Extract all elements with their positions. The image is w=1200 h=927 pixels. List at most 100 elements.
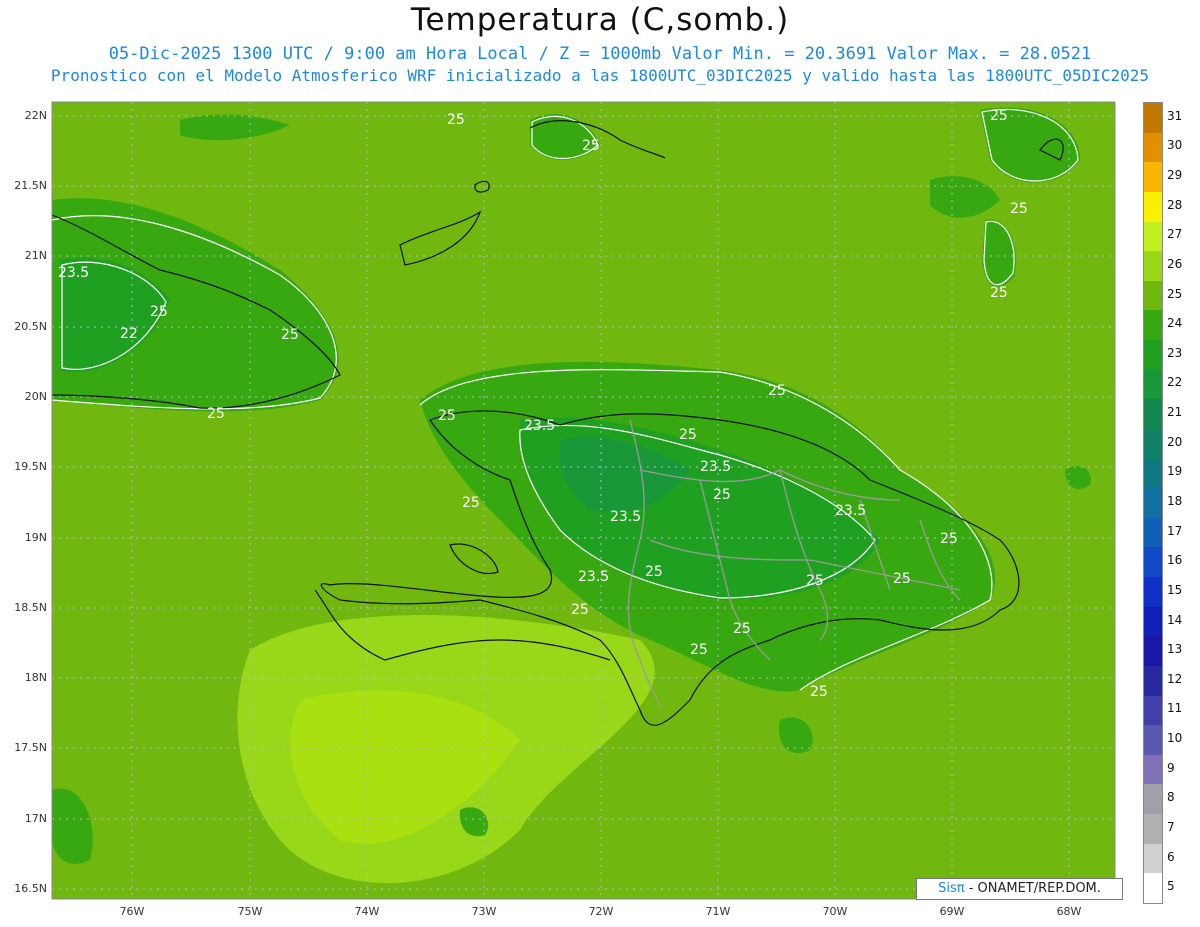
lat-tick: 17N [24, 812, 47, 825]
colorbar-swatch [1144, 280, 1162, 311]
colorbar-level-label: 29 [1167, 168, 1183, 183]
lat-tick: 22N [24, 109, 47, 122]
lat-tick: 21.5N [14, 179, 47, 192]
colorbar-swatch [1144, 814, 1162, 845]
contour-label: 25 [571, 602, 589, 618]
colorbar-level-label: 8 [1167, 790, 1175, 805]
colorbar-level-label: 16 [1167, 553, 1183, 568]
colorbar-swatch [1144, 665, 1162, 697]
colorbar-level-label: 5 [1167, 879, 1175, 894]
colorbar-swatch [1144, 577, 1162, 608]
colorbar-level-label: 13 [1167, 642, 1183, 657]
colorbar-level-label: 11 [1167, 701, 1183, 716]
colorbar-swatch [1144, 695, 1162, 726]
contour-label: 25 [893, 571, 911, 587]
temperature-map: 25 25 25 25 25 25 25 25 25 25 25 25 25 2… [51, 101, 1116, 900]
colorbar-swatch [1144, 191, 1162, 222]
lat-tick: 18.5N [14, 601, 47, 614]
colorbar-level-label: 19 [1167, 464, 1183, 479]
colorbar-level-label: 10 [1167, 731, 1183, 746]
colorbar-level-label: 20 [1167, 434, 1183, 449]
colorbar-level-label: 28 [1167, 197, 1183, 212]
colorbar-swatch [1144, 517, 1162, 548]
colorbar-swatch [1144, 636, 1162, 667]
contour-label: 23.5 [58, 265, 89, 281]
colorbar-level-label: 14 [1167, 612, 1183, 627]
colorbar-swatch [1144, 369, 1162, 400]
credit-text: - ONAMET/REP.DOM. [964, 881, 1101, 896]
svg-text:25: 25 [690, 642, 708, 658]
lat-tick: 16.5N [14, 882, 47, 895]
contour-label: 25 [679, 427, 697, 443]
lon-tick: 70W [822, 905, 848, 918]
colorbar-swatch [1144, 340, 1162, 371]
contour-label: 25 [645, 564, 663, 580]
contour-label: 25 [990, 108, 1008, 124]
colorbar-level-label: 24 [1167, 316, 1183, 331]
contour-label: 25 [940, 531, 958, 547]
lat-tick: 19.5N [14, 460, 47, 473]
contour-label: 25 [462, 495, 480, 511]
lat-tick: 21N [24, 249, 47, 262]
lon-tick: 68W [1056, 905, 1082, 918]
temperature-field [52, 102, 1115, 899]
contour-label: 23.5 [835, 503, 866, 519]
colorbar-swatch [1144, 162, 1162, 193]
colorbar-level-label: 12 [1167, 671, 1183, 686]
colorbar-level-label: 21 [1167, 405, 1183, 420]
colorbar-level-label: 22 [1167, 375, 1183, 390]
contour-label: 23.5 [700, 459, 731, 475]
lon-tick: 73W [471, 905, 497, 918]
colorbar-swatch [1144, 428, 1162, 460]
lat-tick: 17.5N [14, 741, 47, 754]
contour-label: 23.5 [524, 418, 555, 434]
colorbar-level-label: 17 [1167, 523, 1183, 538]
lon-tick: 76W [119, 905, 145, 918]
colorbar-swatch [1144, 606, 1162, 637]
colorbar-swatch [1144, 488, 1162, 519]
contour-label: 25 [150, 304, 168, 320]
colorbar-level-label: 18 [1167, 494, 1183, 508]
contour-label: 22 [120, 326, 138, 342]
colorbar-swatch [1144, 132, 1162, 163]
colorbar-level-label: 26 [1167, 256, 1183, 271]
colorbar-swatch [1144, 103, 1162, 134]
lat-tick: 19N [24, 531, 47, 544]
contour-label: 23.5 [610, 509, 641, 525]
sispi-logo-text: Sisπ [938, 881, 965, 896]
contour-label: 25 [1010, 201, 1028, 217]
colorbar-swatch [1144, 725, 1162, 756]
colorbar-swatch [1144, 251, 1162, 282]
colorbar-swatch [1144, 221, 1162, 252]
colorbar-swatch [1144, 843, 1162, 874]
svg-text:25: 25 [810, 684, 828, 700]
credit-box: Sisπ - ONAMET/REP.DOM. [916, 878, 1123, 900]
lon-tick: 72W [588, 905, 614, 918]
colorbar-level-label: 25 [1167, 286, 1183, 301]
colorbar-swatch [1144, 784, 1162, 815]
colorbar-swatch [1144, 873, 1162, 904]
colorbar-level-label: 15 [1167, 582, 1183, 597]
lon-tick: 71W [705, 905, 731, 918]
colorbar-level-label: 31 [1167, 108, 1183, 123]
colorbar-level-label: 23 [1167, 345, 1183, 360]
contour-label: 25 [447, 112, 465, 128]
contour-label: 25 [582, 138, 600, 154]
colorbar-swatch [1144, 547, 1162, 578]
lat-tick: 18N [24, 671, 47, 684]
colorbar-level-label: 9 [1167, 760, 1175, 775]
contour-label: 25 [806, 573, 824, 589]
temperature-colorbar [1143, 102, 1163, 904]
lat-tick: 20N [24, 390, 47, 403]
colorbar-swatch [1144, 754, 1162, 785]
colorbar-swatch [1144, 399, 1162, 430]
contour-label: 25 [207, 406, 225, 422]
lon-tick: 75W [237, 905, 263, 918]
colorbar-level-label: 6 [1167, 849, 1175, 864]
contour-label: 25 [281, 327, 299, 343]
contour-label: 25 [713, 487, 731, 503]
contour-label: 23.5 [578, 569, 609, 585]
colorbar-level-label: 7 [1167, 819, 1175, 834]
colorbar-swatch [1144, 310, 1162, 341]
contour-label: 25 [438, 408, 456, 424]
